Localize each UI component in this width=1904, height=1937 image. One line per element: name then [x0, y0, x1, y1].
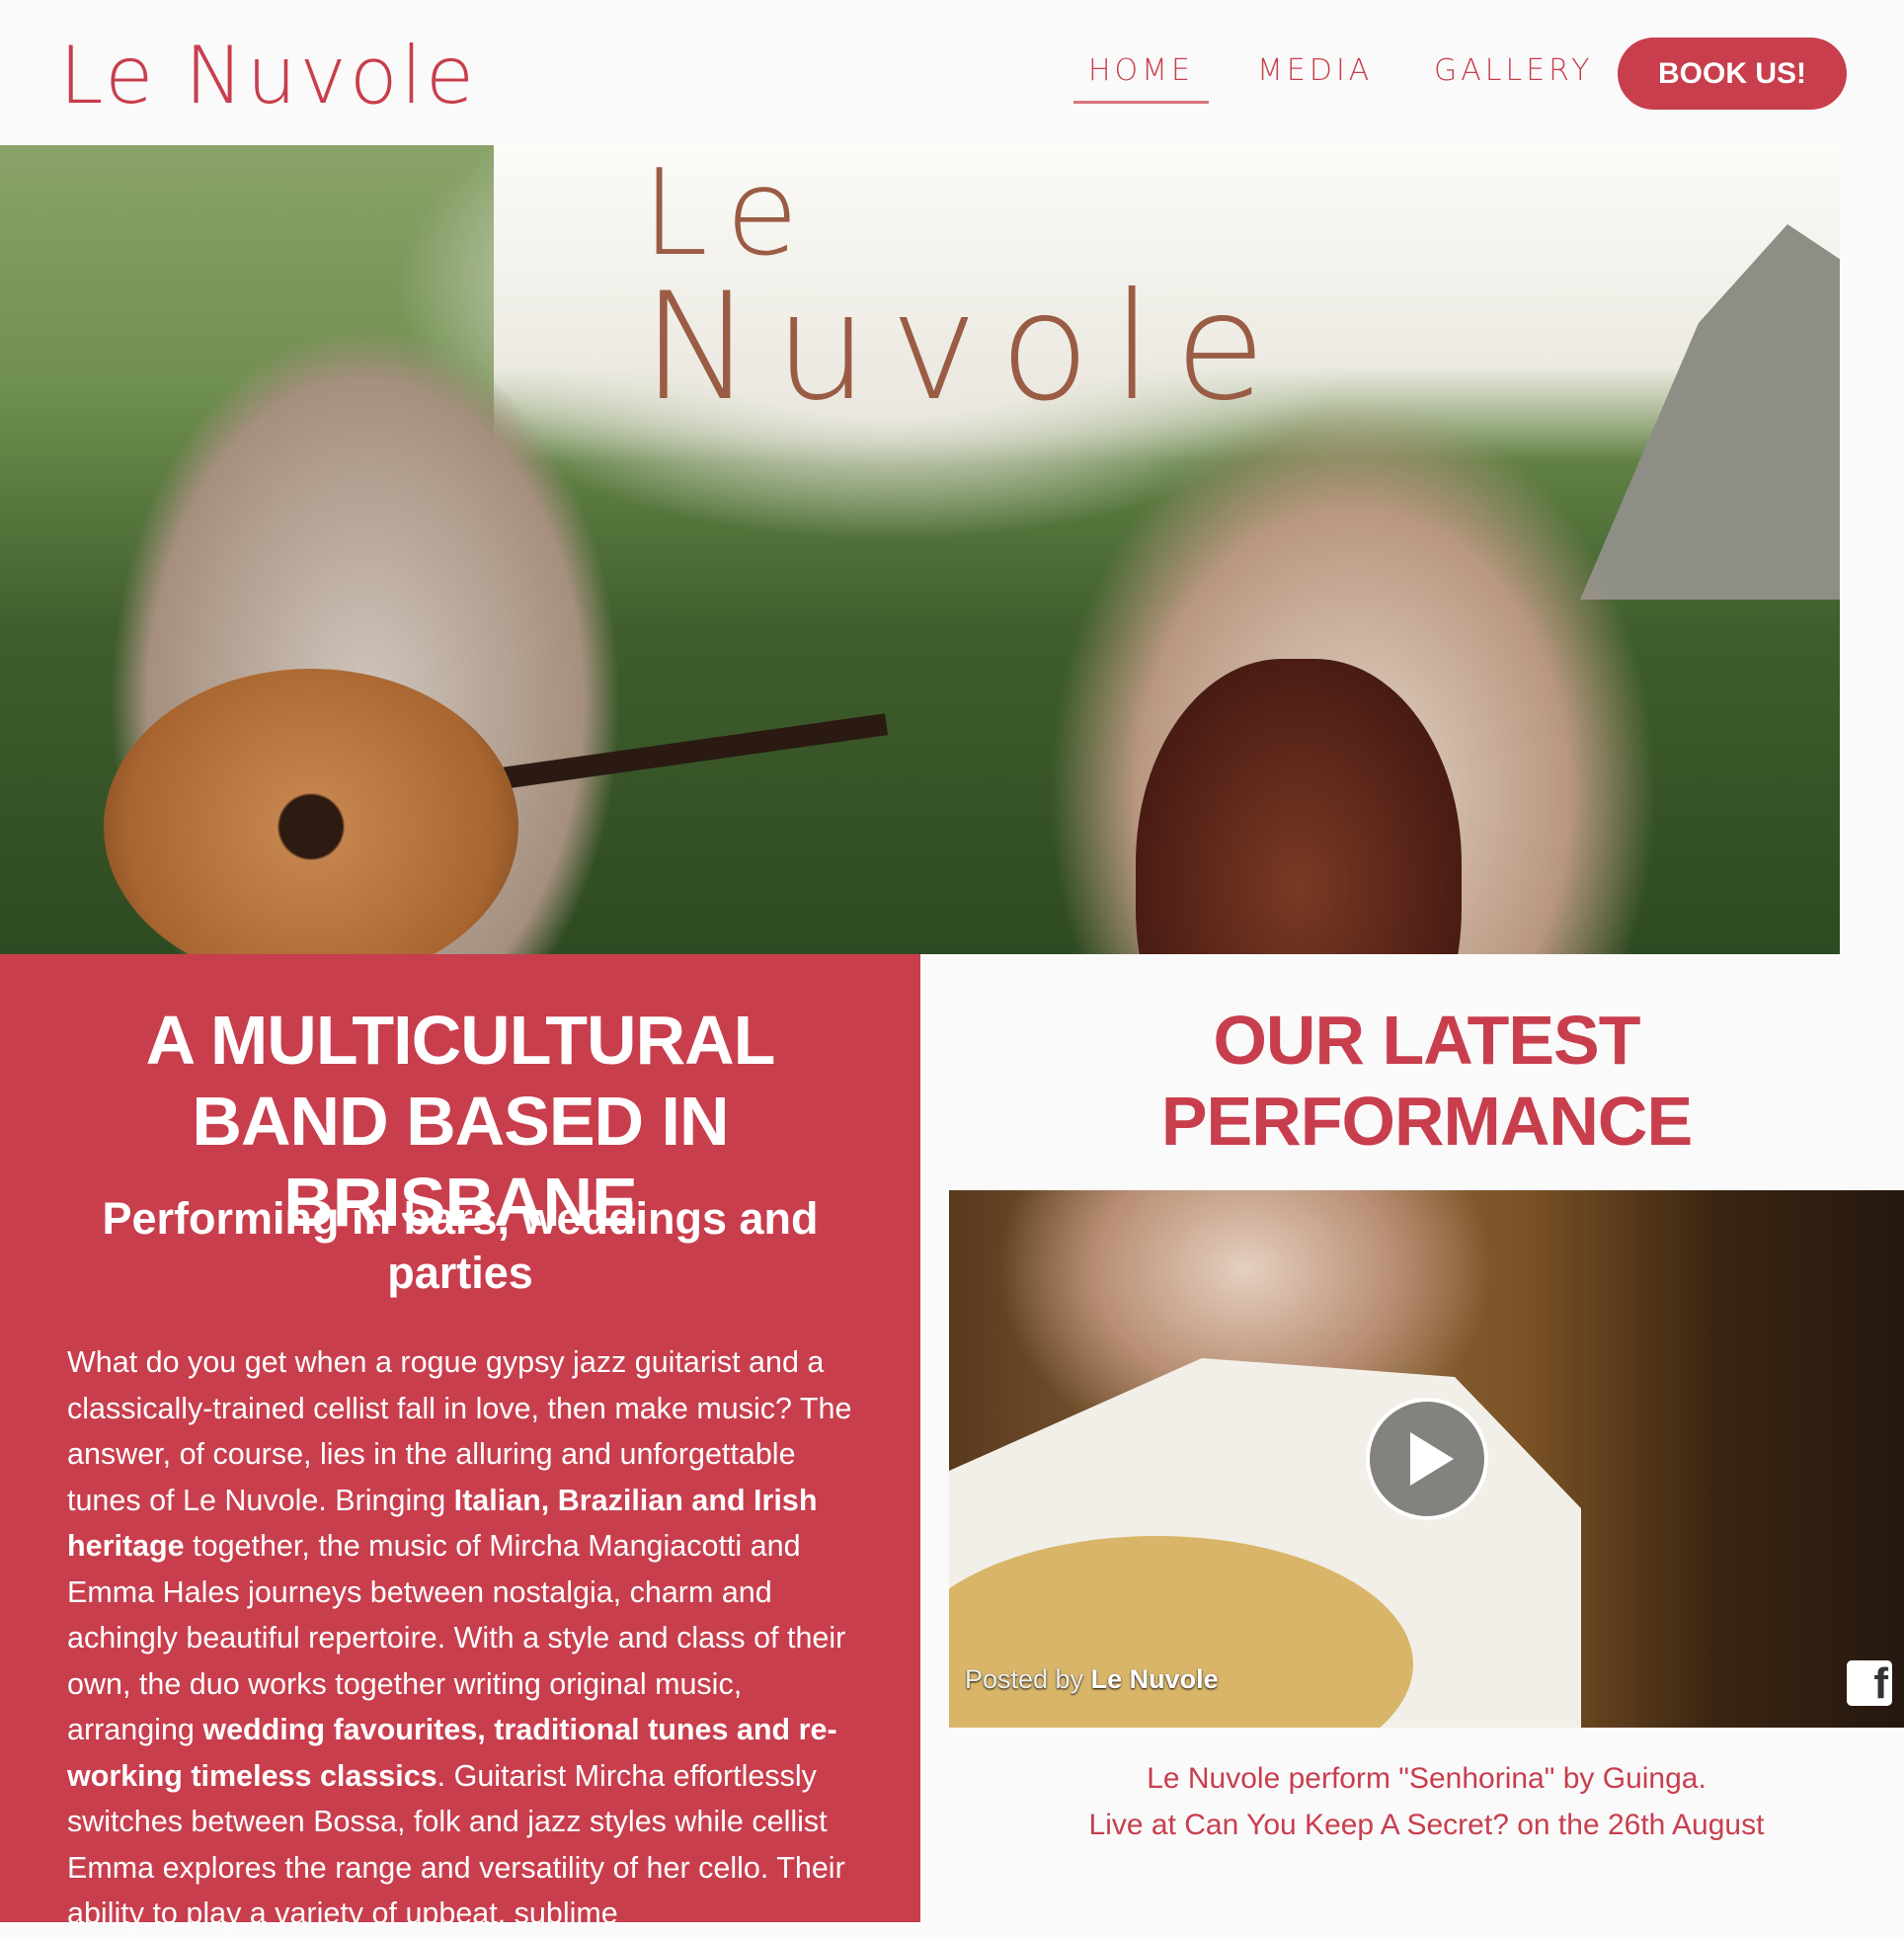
caption-line-1: Le Nuvole perform "Senhorina" by Guinga.	[1147, 1762, 1706, 1795]
caption-line-2: Live at Can You Keep A Secret? on the 26…	[1088, 1809, 1765, 1841]
nav-gallery[interactable]: GALLERY	[1434, 53, 1593, 88]
intro-subtitle: Performing in bars, weddings and parties	[102, 1193, 819, 1298]
hero-logo-line1: Le	[642, 145, 819, 282]
video-caption: Le Nuvole perform "Senhorina" by Guinga.…	[949, 1755, 1904, 1848]
hero-logo-line2: Nuvole	[642, 262, 1288, 434]
nav-home[interactable]: HOME	[1072, 53, 1210, 104]
posted-by-label: Posted by	[965, 1664, 1084, 1694]
intro-text: What do you get when a rogue gypsy jazz …	[67, 1339, 877, 1937]
posted-by: Posted by Le Nuvole	[965, 1664, 1219, 1695]
intro-section: A MULTICULTURAL BAND BASED IN BRISBANE P…	[0, 954, 920, 1930]
video-player[interactable]: Posted by Le Nuvole f	[949, 1190, 1904, 1728]
site-header: Le Nuvole HOME MEDIA GALLERY BOOK US!	[0, 0, 1904, 145]
site-logo[interactable]: Le Nuvole	[59, 30, 477, 121]
hero-image: Le Nuvole	[0, 145, 1840, 954]
hero-logo: Le Nuvole	[642, 145, 1288, 434]
facebook-icon[interactable]: f	[1847, 1660, 1892, 1706]
latest-title: OUR LATEST PERFORMANCE	[1160, 1002, 1693, 1160]
book-us-button[interactable]: BOOK US!	[1618, 38, 1847, 110]
play-icon[interactable]	[1366, 1398, 1488, 1520]
nav-media[interactable]: MEDIA	[1257, 53, 1373, 88]
posted-by-name[interactable]: Le Nuvole	[1091, 1664, 1219, 1694]
